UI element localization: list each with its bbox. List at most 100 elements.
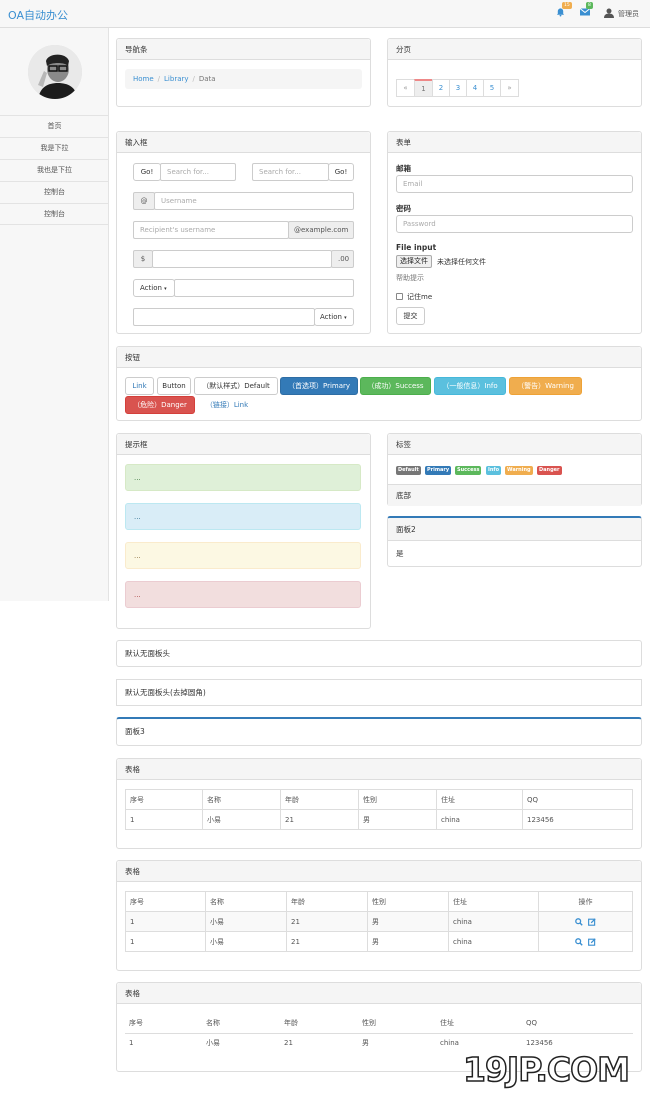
table-panel-bordered: 表格 序号 名称 年龄 性别 住址 QQ 1 小易 21 男 china 123… [116, 758, 642, 849]
sidebar: 首页 我是下拉 我也是下拉 控制台 控制台 [0, 28, 109, 601]
sidebar-item-dropdown-1[interactable]: 我是下拉 [0, 137, 109, 159]
panel-title: 表格 [117, 861, 641, 882]
sidebar-item-console-1[interactable]: 控制台 [0, 181, 109, 203]
column-header: 住址 [436, 1013, 522, 1034]
search-input-right[interactable]: Search for... [252, 163, 329, 181]
sidebar-item-home[interactable]: 首页 [0, 115, 109, 137]
password-label: 密码 [396, 204, 411, 213]
password-field[interactable]: Password [396, 215, 633, 233]
table-row: 1 小易 21 男 china [125, 911, 633, 932]
primary-button[interactable]: （首选项）Primary [280, 377, 358, 395]
danger-alert: ... [125, 581, 361, 608]
data-table: 序号 名称 年龄 性别 住址 操作 1 小易 21 男 china 1 小易 2… [125, 891, 633, 952]
username-input[interactable]: Username [154, 192, 354, 210]
action-label: Action [320, 313, 342, 321]
search-input-left[interactable]: Search for... [160, 163, 236, 181]
file-status: 未选择任何文件 [437, 258, 486, 266]
info-button[interactable]: （一般信息）Info [434, 377, 506, 395]
at-addon: @ [133, 192, 155, 210]
column-header: 性别 [358, 1013, 436, 1034]
mail-button[interactable]: 8 [579, 2, 593, 18]
panel-title: 按钮 [117, 347, 641, 368]
pagination-page-3[interactable]: 3 [449, 79, 467, 97]
pagination-prev[interactable]: « [396, 79, 415, 97]
label-success: Success [455, 466, 482, 475]
column-header: 性别 [367, 891, 449, 912]
action-dropdown-right[interactable]: Action ▾ [314, 308, 354, 326]
action-dropdown-left[interactable]: Action ▾ [133, 279, 175, 297]
file-choose-button[interactable]: 选择文件 [396, 255, 432, 268]
sidebar-item-dropdown-2[interactable]: 我也是下拉 [0, 159, 109, 181]
sidebar-item-console-2[interactable]: 控制台 [0, 203, 109, 225]
input-group-panel: 输入框 Go! Search for... Search for... Go! … [116, 131, 371, 334]
pagination-page-1[interactable]: 1 [414, 79, 433, 97]
action-input-left[interactable] [174, 279, 354, 297]
edit-icon[interactable] [588, 937, 596, 946]
label-default: Default [396, 466, 421, 475]
form-panel: 表单 邮箱 Email 密码 Password File input 选择文件 … [387, 131, 642, 334]
table-row: 1 小易 21 男 china 123456 [125, 809, 633, 830]
edit-icon[interactable] [588, 917, 596, 926]
link-style-button[interactable]: （链接）Link [198, 396, 256, 414]
panel-2: 面板2 是 [387, 516, 642, 567]
app-title[interactable]: OA自动办公 [8, 7, 68, 23]
panel-body: 默认无面板头 [125, 649, 170, 658]
warning-button[interactable]: （警告）Warning [509, 377, 582, 395]
column-header: 名称 [205, 891, 287, 912]
column-header: 名称 [202, 789, 281, 810]
panel-title: 提示框 [117, 434, 370, 455]
column-header: 序号 [125, 891, 206, 912]
email-field[interactable]: Email [396, 175, 633, 193]
breadcrumb-library[interactable]: Library [164, 75, 188, 83]
user-menu[interactable]: 管理员 [604, 8, 639, 20]
data-table: 序号 名称 年龄 性别 住址 QQ 1 小易 21 男 china 123456 [125, 1013, 633, 1053]
amount-input[interactable] [152, 250, 332, 268]
notification-button[interactable]: 15 [556, 2, 572, 19]
submit-button[interactable]: 提交 [396, 307, 425, 325]
column-header: 名称 [202, 1013, 280, 1034]
link-button[interactable]: Link [125, 377, 154, 395]
pagination-next[interactable]: » [500, 79, 519, 97]
labels-panel: 标签 Default Primary Success Info Warning … [387, 433, 642, 506]
success-button[interactable]: （成功）Success [360, 377, 431, 395]
search-icon[interactable] [575, 937, 583, 946]
success-alert: ... [125, 464, 361, 491]
pagination-page-4[interactable]: 4 [466, 79, 484, 97]
info-alert: ... [125, 503, 361, 530]
table-panel-actions: 表格 序号 名称 年龄 性别 住址 操作 1 小易 21 男 china 1 小… [116, 860, 642, 971]
breadcrumb-current: Data [198, 75, 216, 83]
user-avatar-icon [604, 8, 614, 18]
label-info: Info [486, 466, 502, 475]
pagination-page-2[interactable]: 2 [432, 79, 450, 97]
warning-alert: ... [125, 542, 361, 569]
user-name: 管理员 [618, 10, 639, 18]
column-header: 年龄 [280, 789, 359, 810]
recipient-input[interactable]: Recipient's username [133, 221, 289, 239]
alerts-panel: 提示框 ... ... ... ... [116, 433, 371, 629]
panel-title: 表格 [117, 983, 641, 1004]
action-input-right[interactable] [133, 308, 315, 326]
top-navbar: OA自动办公 15 8 管理员 [0, 0, 650, 28]
panel-body: 面板3 [125, 727, 145, 736]
breadcrumb-home[interactable]: Home [133, 75, 154, 83]
column-header: 年龄 [286, 891, 368, 912]
plain-button[interactable]: Button [157, 377, 191, 395]
caret-down-icon: ▾ [164, 286, 167, 292]
row-actions [538, 931, 633, 952]
column-header: 住址 [448, 891, 539, 912]
panel-title: 输入框 [117, 132, 370, 153]
dollar-addon: $ [133, 250, 153, 268]
default-button[interactable]: （默认样式）Default [194, 377, 278, 395]
data-table: 序号 名称 年龄 性别 住址 QQ 1 小易 21 男 china 123456 [125, 789, 633, 830]
mail-count-badge: 8 [586, 2, 593, 9]
panel-title: 表单 [388, 132, 641, 153]
label-warning: Warning [505, 466, 533, 475]
pagination-page-5[interactable]: 5 [483, 79, 501, 97]
profile-avatar[interactable] [28, 45, 82, 99]
danger-button[interactable]: （危险）Danger [125, 396, 195, 414]
search-icon[interactable] [575, 917, 583, 926]
go-button-right[interactable]: Go! [328, 163, 354, 181]
go-button-left[interactable]: Go! [133, 163, 161, 181]
panel-body: 是 [396, 549, 404, 558]
remember-checkbox[interactable] [396, 293, 403, 300]
